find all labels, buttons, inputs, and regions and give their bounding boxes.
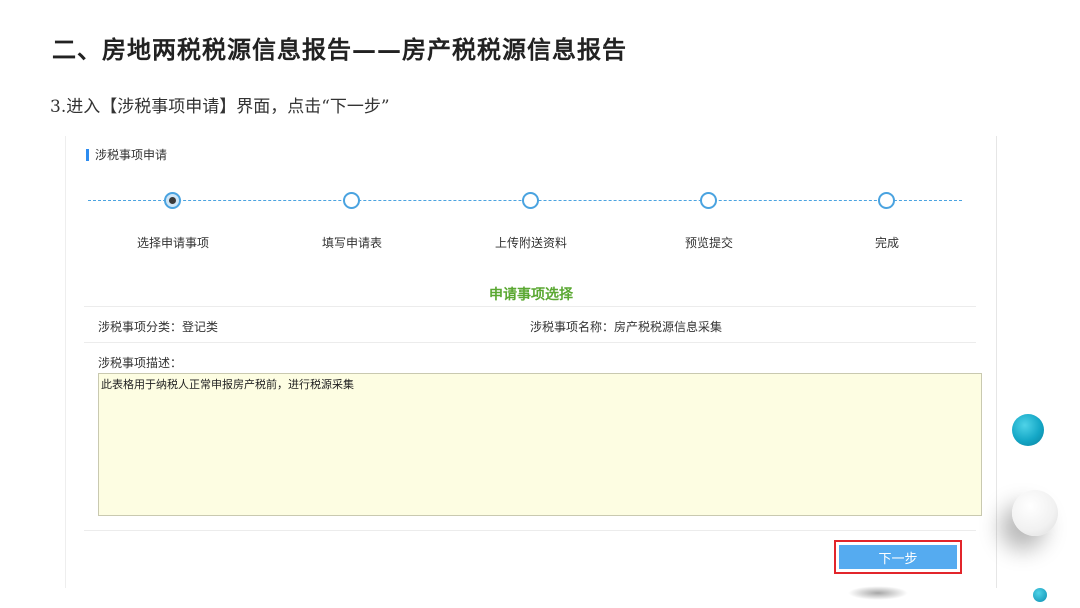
step-label-4: 预览提交 [684,236,734,250]
tax-application-panel: 涉税事项申请 选择申请事项 填写申请表 上传附送资料 预览提交 完成 申请事项选… [66,136,997,588]
next-step-button[interactable]: 下一步 [839,545,957,569]
step-node-3 [522,192,539,209]
description-label: 涉税事项描述： [98,356,183,370]
step-label-2: 填写申请表 [321,236,383,250]
decorative-white-circle-icon [1012,490,1058,536]
active-step-dot-icon [169,197,176,204]
divider [84,530,976,531]
step-node-5 [878,192,895,209]
decorative-teal-circle-icon [1012,414,1044,446]
step-node-2 [343,192,360,209]
divider [84,306,976,307]
panel-title: 涉税事项申请 [95,148,168,162]
decorative-small-circle-icon [1033,588,1047,602]
step-label-5: 完成 [874,236,900,250]
tax-item-name-field: 涉税事项名称：房产税税源信息采集 [530,320,723,334]
step-node-1 [164,192,181,209]
step-label-1: 选择申请事项 [136,236,210,250]
section-title: 申请事项选择 [489,287,573,303]
description-textarea[interactable]: 此表格用于纳税人正常申报房产税前，进行税源采集 [98,373,982,516]
step-label-3: 上传附送资料 [494,236,568,250]
panel-header: 涉税事项申请 [86,146,167,163]
tax-category-field: 涉税事项分类：登记类 [98,320,219,334]
next-button-highlight: 下一步 [834,540,962,574]
header-accent-bar [86,148,89,161]
slide-title: 二、房地两税税源信息报告——房产税税源信息报告 [52,35,627,64]
decorative-shadow [848,586,908,600]
slide-step-instruction: 3.进入【涉税事项申请】界面，点击“下一步” [50,97,390,117]
divider [84,342,976,343]
step-node-4 [700,192,717,209]
